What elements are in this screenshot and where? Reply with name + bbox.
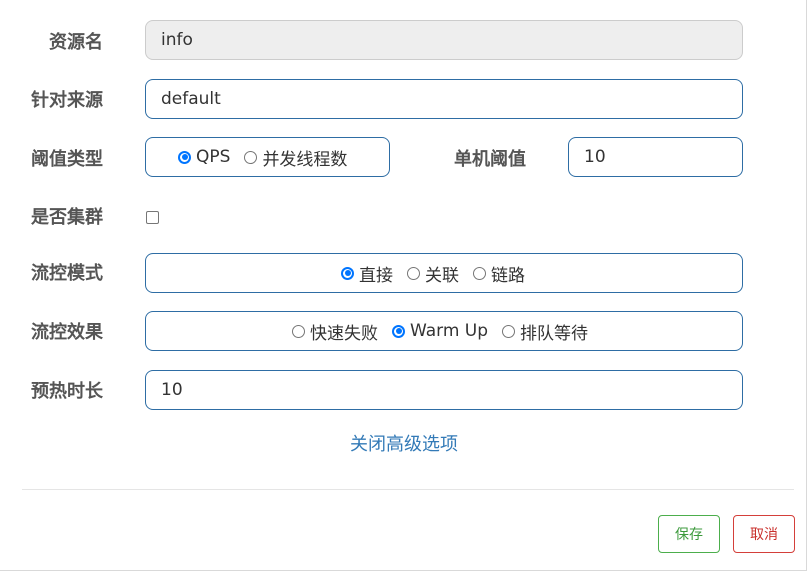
strategy-chain-option[interactable]: 链路	[473, 261, 525, 286]
control-behavior-group: 快速失败 Warm Up 排队等待	[145, 311, 743, 351]
threshold-type-label: 阈值类型	[31, 149, 103, 170]
limit-app-value: default	[161, 89, 221, 109]
chain-label: 链路	[491, 265, 525, 286]
threshold-type-thread-option[interactable]: 并发线程数	[244, 145, 347, 170]
direct-label: 直接	[359, 265, 393, 286]
radio-checked-icon[interactable]	[392, 324, 405, 338]
radio-unchecked-icon[interactable]	[502, 324, 516, 338]
limit-app-input[interactable]: default	[145, 79, 743, 119]
radio-checked-icon[interactable]	[341, 266, 354, 280]
strategy-relate-option[interactable]: 关联	[407, 261, 459, 286]
strategy-direct-option[interactable]: 直接	[341, 261, 393, 286]
threshold-type-qps-option[interactable]: QPS	[178, 147, 230, 167]
strategy-label: 流控模式	[31, 263, 103, 284]
warm-up-period-input[interactable]: 10	[145, 370, 743, 410]
queue-label: 排队等待	[520, 323, 589, 344]
limit-app-label: 针对来源	[31, 90, 103, 111]
radio-unchecked-icon[interactable]	[473, 266, 486, 280]
resource-name-label: 资源名	[49, 32, 103, 53]
flow-rule-dialog: 资源名 info 针对来源 default 阈值类型 QPS 并发线程数 单机阈…	[0, 0, 807, 571]
radio-unchecked-icon[interactable]	[244, 150, 258, 164]
single-threshold-label: 单机阈值	[454, 149, 526, 170]
resource-name-input: info	[145, 20, 743, 60]
single-threshold-value: 10	[584, 147, 606, 167]
qps-label: QPS	[196, 147, 231, 167]
thread-count-label: 并发线程数	[262, 149, 348, 170]
radio-unchecked-icon[interactable]	[407, 266, 420, 280]
strategy-group: 直接 关联 链路	[145, 253, 743, 293]
threshold-type-group: QPS 并发线程数	[145, 137, 390, 177]
single-threshold-input[interactable]: 10	[568, 137, 743, 177]
behavior-queue-option[interactable]: 排队等待	[502, 319, 588, 344]
radio-checked-icon[interactable]	[178, 150, 191, 164]
fast-fail-label: 快速失败	[310, 323, 378, 344]
footer-divider	[22, 489, 794, 490]
behavior-fast-fail-option[interactable]: 快速失败	[292, 319, 378, 344]
warm-up-period-label: 预热时长	[31, 381, 103, 402]
toggle-advanced-link[interactable]: 关闭高级选项	[350, 430, 458, 456]
cluster-label: 是否集群	[31, 207, 103, 228]
warm-up-period-value: 10	[161, 380, 183, 400]
resource-name-value: info	[161, 30, 193, 50]
cluster-checkbox[interactable]	[146, 211, 159, 224]
behavior-warm-up-option[interactable]: Warm Up	[392, 321, 488, 341]
control-behavior-label: 流控效果	[31, 322, 103, 343]
save-button[interactable]: 保存	[658, 515, 720, 553]
warm-up-label: Warm Up	[410, 321, 489, 341]
relate-label: 关联	[425, 265, 459, 286]
cancel-button[interactable]: 取消	[733, 515, 795, 553]
radio-unchecked-icon[interactable]	[292, 324, 305, 338]
